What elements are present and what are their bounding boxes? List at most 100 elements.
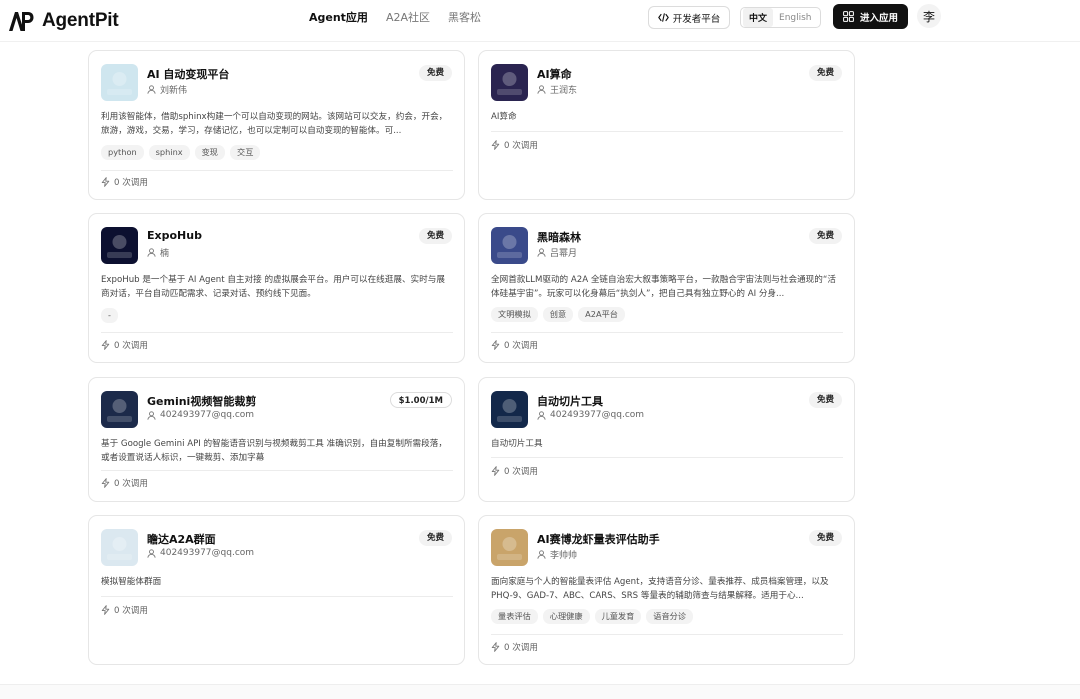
card-divider bbox=[101, 332, 453, 333]
agent-description: 全网首款LLM驱动的 A2A 全链自治宏大叙事策略平台，一款融合宇宙法则与社会通… bbox=[491, 275, 836, 299]
language-switcher: 中文 English bbox=[740, 7, 821, 28]
agent-author: 吕幂月 bbox=[537, 246, 577, 259]
call-count: 0 次调用 bbox=[491, 139, 538, 151]
tag[interactable]: 心理健康 bbox=[542, 609, 590, 624]
grid-icon bbox=[843, 11, 854, 22]
developer-platform-label: 开发者平台 bbox=[672, 13, 721, 25]
call-count-text: 0 次调用 bbox=[504, 643, 538, 653]
agent-title[interactable]: 黑暗森林 bbox=[537, 229, 581, 245]
agent-title[interactable]: Gemini视频智能裁剪 bbox=[147, 393, 256, 409]
price-badge: 免费 bbox=[808, 228, 842, 244]
agent-author-name: 吕幂月 bbox=[550, 249, 578, 259]
agent-title[interactable]: 自动切片工具 bbox=[537, 393, 603, 409]
lightning-icon bbox=[491, 466, 500, 476]
user-icon bbox=[537, 550, 546, 559]
call-count: 0 次调用 bbox=[491, 339, 538, 351]
agent-thumbnail bbox=[491, 529, 528, 566]
agent-author-name: 402493977@qq.com bbox=[160, 410, 255, 420]
footer-strip bbox=[0, 684, 1080, 699]
agent-description: 面向家庭与个人的智能量表评估 Agent，支持语音分诊、量表推荐、成员档案管理，… bbox=[491, 577, 829, 601]
agent-title[interactable]: ExpoHub bbox=[147, 229, 202, 242]
lang-zh[interactable]: 中文 bbox=[743, 8, 774, 27]
agent-card[interactable]: Gemini视频智能裁剪 402493977@qq.com $1.00/1M 基于… bbox=[88, 377, 465, 502]
user-icon bbox=[147, 548, 156, 558]
lightning-icon bbox=[491, 140, 500, 150]
agent-author: 402493977@qq.com bbox=[537, 410, 644, 420]
lightning-icon bbox=[491, 340, 500, 350]
tag[interactable]: 变现 bbox=[194, 145, 225, 160]
agent-description: 基于 Google Gemini API 的智能语音识别与视频裁剪工具 准确识别… bbox=[101, 439, 447, 463]
tag[interactable]: 文明模拟 bbox=[491, 307, 538, 322]
tag[interactable]: sphinx bbox=[148, 145, 190, 160]
agent-card[interactable]: AI算命 王润东 免费 AI算命 0 次调用 bbox=[478, 50, 855, 200]
card-divider bbox=[101, 470, 453, 471]
user-icon bbox=[537, 85, 546, 94]
user-icon bbox=[147, 410, 156, 420]
agent-title[interactable]: AI 自动变现平台 bbox=[147, 66, 229, 82]
nav-a2a-community[interactable]: A2A社区 bbox=[377, 10, 439, 26]
nav-agent-apps[interactable]: Agent应用 bbox=[300, 10, 377, 26]
agent-title[interactable]: AI算命 bbox=[537, 66, 572, 82]
card-divider bbox=[101, 596, 453, 597]
agent-card[interactable]: 黑暗森林 吕幂月 免费全网首款LLM驱动的 A2A 全链自治宏大叙事策略平台，一… bbox=[478, 213, 855, 363]
lightning-icon bbox=[101, 340, 110, 350]
tag[interactable]: - bbox=[101, 308, 118, 323]
tag[interactable]: 交互 bbox=[230, 145, 261, 160]
tag-list: 量表评估 心理健康 儿童发育 语音分诊 bbox=[491, 609, 694, 624]
price-badge: 免费 bbox=[418, 228, 452, 244]
tag-list: python sphinx 变现 交互 bbox=[101, 145, 261, 160]
agent-author-name: 李帅帅 bbox=[550, 551, 578, 561]
tag[interactable]: A2A平台 bbox=[578, 307, 625, 322]
agent-thumbnail bbox=[491, 64, 528, 101]
agent-thumbnail bbox=[491, 227, 528, 264]
call-count-text: 0 次调用 bbox=[114, 479, 148, 489]
agent-card[interactable]: 自动切片工具 402493977@qq.com 免费 自动切片工具 0 次调用 bbox=[478, 377, 855, 502]
agent-image-icon bbox=[101, 391, 138, 428]
agent-author: 402493977@qq.com bbox=[147, 548, 254, 558]
brand-logo[interactable]: AgentPit bbox=[8, 10, 119, 32]
call-count-text: 0 次调用 bbox=[114, 178, 148, 188]
enter-app-button[interactable]: 进入应用 bbox=[833, 4, 908, 29]
agent-description: 自动切片工具 bbox=[491, 439, 543, 449]
tag[interactable]: 儿童发育 bbox=[594, 609, 642, 624]
user-avatar[interactable]: 李 bbox=[917, 4, 941, 28]
lightning-icon bbox=[101, 177, 110, 187]
agent-card[interactable]: AI赛博龙虾量表评估助手 李帅帅 免费 面向家庭与个人的智能量表评估 Agent，… bbox=[478, 515, 855, 665]
user-icon bbox=[147, 85, 156, 94]
tag[interactable]: 创意 bbox=[542, 307, 574, 322]
nav-hackathon[interactable]: 黑客松 bbox=[439, 10, 490, 26]
main-nav: Agent应用 A2A社区 黑客松 bbox=[300, 10, 490, 26]
developer-platform-button[interactable]: 开发者平台 bbox=[648, 6, 730, 29]
call-count: 0 次调用 bbox=[491, 641, 538, 653]
agent-thumbnail bbox=[101, 64, 138, 101]
agent-card[interactable]: AI 自动变现平台 刘新伟 免费 利用该智能体，借助sphinx构建一个可以自动变… bbox=[88, 50, 465, 200]
agent-card[interactable]: ExpoHub 楠 免费 ExpoHub 是一个基于 AI Agent 自主对接 … bbox=[88, 213, 465, 363]
agent-description: 模拟智能体群面 bbox=[101, 577, 162, 587]
lightning-icon bbox=[101, 478, 110, 488]
agent-title[interactable]: AI赛博龙虾量表评估助手 bbox=[537, 531, 660, 547]
agent-author: 王润东 bbox=[537, 83, 577, 96]
agent-author: 402493977@qq.com bbox=[147, 410, 254, 420]
tag[interactable]: python bbox=[101, 145, 144, 160]
tag[interactable]: 语音分诊 bbox=[646, 609, 694, 624]
agent-description: AI算命 bbox=[491, 112, 517, 122]
agent-author-name: 楠 bbox=[160, 249, 170, 259]
agent-author-name: 刘新伟 bbox=[160, 86, 188, 96]
price-badge: 免费 bbox=[418, 65, 452, 81]
agent-image-icon bbox=[491, 391, 528, 428]
agent-author: 刘新伟 bbox=[147, 83, 187, 96]
agent-author-name: 402493977@qq.com bbox=[550, 410, 645, 420]
call-count-text: 0 次调用 bbox=[504, 341, 538, 351]
agent-card[interactable]: 瞻达A2A群面 402493977@qq.com 免费 模拟智能体群面 0 次调用 bbox=[88, 515, 465, 665]
user-icon bbox=[537, 248, 546, 257]
agent-title[interactable]: 瞻达A2A群面 bbox=[147, 531, 216, 547]
agent-image-icon bbox=[491, 64, 528, 101]
agent-image-icon bbox=[101, 529, 138, 566]
tag-list: 文明模拟 创意 A2A平台 bbox=[491, 307, 625, 322]
lang-en[interactable]: English bbox=[773, 10, 818, 26]
user-icon bbox=[537, 410, 546, 420]
card-divider bbox=[491, 457, 843, 458]
lightning-icon bbox=[101, 605, 110, 615]
tag[interactable]: 量表评估 bbox=[491, 609, 538, 624]
tag-list: - bbox=[101, 308, 118, 323]
